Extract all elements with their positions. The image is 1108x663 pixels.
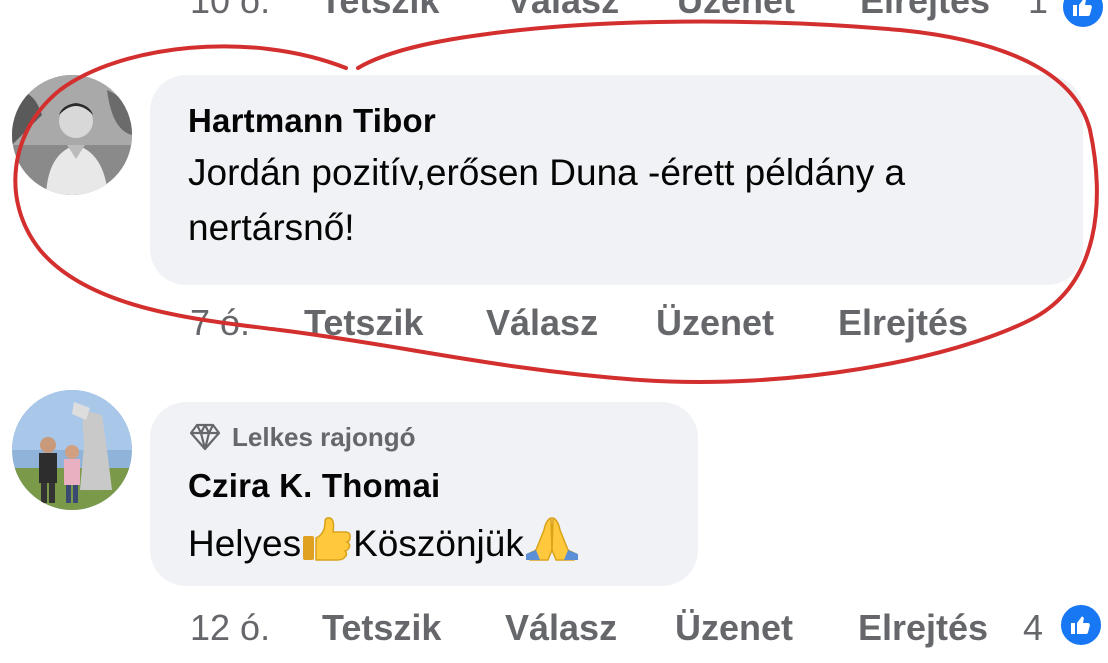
comment-actions: 7 ó. Tetszik Válasz Üzenet Elrejtés <box>190 298 988 348</box>
like-link[interactable]: Tetszik <box>322 607 505 649</box>
comment-bubble: Lelkes rajongó Czira K. Thomai Helyes Kö… <box>150 402 698 586</box>
comment-time: 12 ó. <box>190 607 271 648</box>
like-reaction-badge[interactable] <box>1060 0 1106 30</box>
reply-link[interactable]: Válasz <box>486 302 656 344</box>
hide-link[interactable]: Elrejtés <box>858 607 1023 649</box>
folded-hands-emoji <box>525 516 578 561</box>
avatar[interactable] <box>12 75 132 195</box>
comment-author[interactable]: Czira K. Thomai <box>188 464 698 508</box>
comment-text: Jordán pozitív,erősen Duna -érett példán… <box>188 152 906 248</box>
like-link[interactable]: Tetszik <box>304 302 486 344</box>
hide-link[interactable]: Elrejtés <box>860 0 1028 22</box>
fan-badge-label: Lelkes rajongó <box>232 421 416 452</box>
like-reaction-badge[interactable] <box>1058 602 1104 648</box>
message-link[interactable]: Üzenet <box>656 302 838 344</box>
reply-link[interactable]: Válasz <box>507 0 677 22</box>
comment-text-part: Köszönjük <box>353 523 524 564</box>
reaction-count: 4 <box>1023 607 1044 648</box>
comment-time: 10 ó. <box>190 0 271 21</box>
comment-time: 7 ó. <box>190 302 251 343</box>
comment-bubble: Hartmann Tibor Jordán pozitív,erősen Dun… <box>150 75 1083 285</box>
message-link[interactable]: Üzenet <box>675 607 858 649</box>
thumbs-up-icon <box>1073 0 1092 16</box>
comment-actions: 12 ó. Tetszik Válasz Üzenet Elrejtés 4 <box>190 603 1045 653</box>
thumbs-up-icon <box>1071 616 1090 634</box>
comment-author[interactable]: Hartmann Tibor <box>188 101 1083 141</box>
fan-badge: Lelkes rajongó <box>188 420 698 454</box>
message-link[interactable]: Üzenet <box>677 0 860 22</box>
avatar[interactable] <box>12 390 132 510</box>
previous-comment-actions: 10 ó. Tetszik Válasz Üzenet Elrejtés 1 <box>190 0 1050 26</box>
comment-text-part: Helyes <box>188 523 302 564</box>
like-link[interactable]: Tetszik <box>320 0 507 22</box>
comment-text: Helyes Köszönjük <box>188 514 698 571</box>
hide-link[interactable]: Elrejtés <box>838 302 988 344</box>
thumbs-up-emoji <box>303 517 351 561</box>
diamond-icon <box>189 423 221 451</box>
reaction-count: 1 <box>1028 0 1049 21</box>
reply-link[interactable]: Válasz <box>505 607 675 649</box>
